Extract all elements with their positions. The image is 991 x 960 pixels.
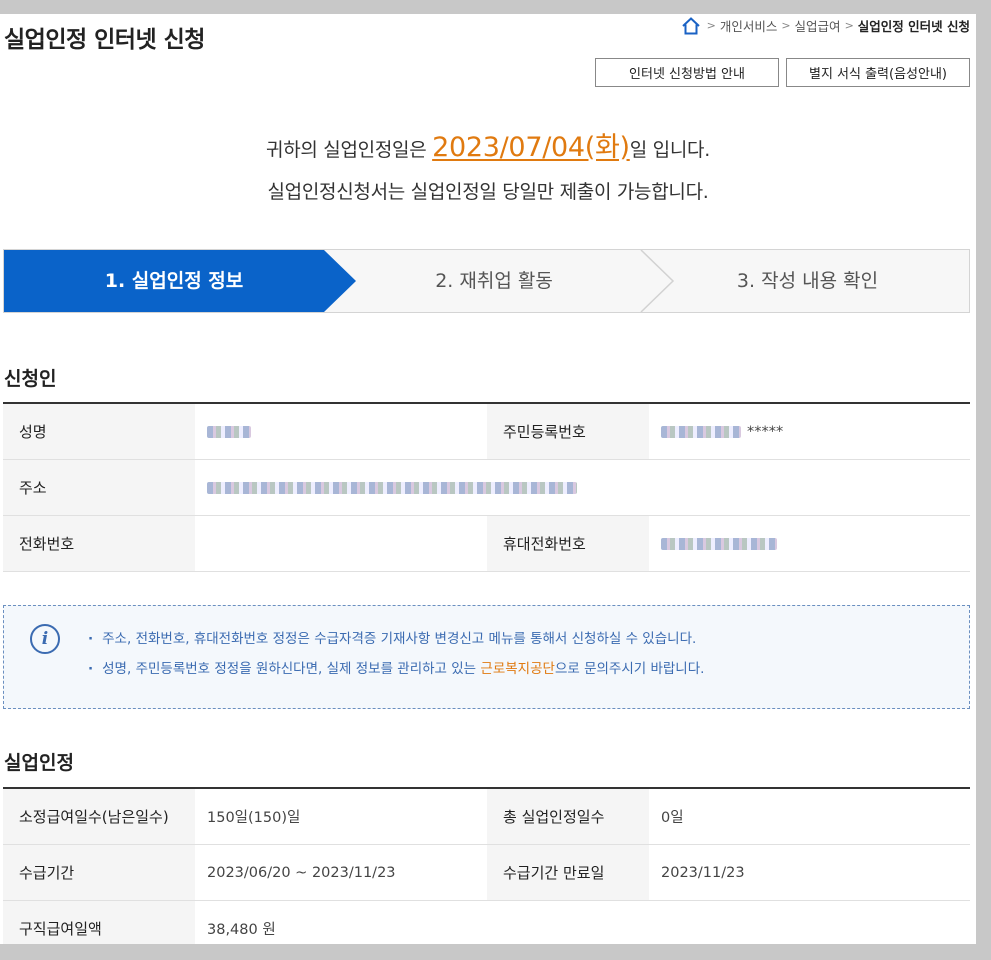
step-indicator: 1. 실업인정 정보 2. 재취업 활동 3. 작성 내용 확인 xyxy=(3,249,970,313)
info-item: 성명, 주민등록번호 정정을 원하신다면, 실제 정보를 관리하고 있는 근로복… xyxy=(88,654,704,684)
rrn-value: ***** xyxy=(649,404,970,459)
masked-mobile xyxy=(661,537,777,550)
page-title: 실업인정 인터넷 신청 xyxy=(4,27,205,53)
breadcrumb-current: 실업인정 인터넷 신청 xyxy=(857,19,970,34)
name-label: 성명 xyxy=(3,404,195,459)
breadcrumb-item-benefit[interactable]: 실업급여 xyxy=(795,16,841,35)
breadcrumb-separator: > xyxy=(844,19,854,32)
benefit-days-value: 150일(150)일 xyxy=(207,810,301,826)
unemployment-table: 소정급여일수(남은일수) 150일(150)일 총 실업인정일수 0일 수급기간… xyxy=(3,787,970,944)
certification-notice: 귀하의 실업인정일은 2023/07/04(화)일 입니다. 실업인정신청서는 … xyxy=(0,127,976,213)
daily-benefit-value: 38,480 원 xyxy=(207,922,276,938)
mobile-label: 휴대전화번호 xyxy=(487,516,649,571)
phone-label: 전화번호 xyxy=(3,516,195,571)
mobile-value xyxy=(649,516,970,571)
period-label: 수급기간 xyxy=(3,845,195,900)
applicant-table: 성명 주민등록번호 ***** 주소 전화번호 휴대전화번호 xyxy=(3,402,970,572)
total-days-label: 총 실업인정일수 xyxy=(487,789,649,844)
guide-button[interactable]: 인터넷 신청방법 안내 xyxy=(595,58,779,87)
info-list: 주소, 전화번호, 휴대전화번호 정정은 수급자격증 기재사항 변경신고 메뉴를… xyxy=(88,624,704,684)
breadcrumb-item-personal[interactable]: 개인서비스 xyxy=(720,16,778,35)
notice-line1: 귀하의 실업인정일은 2023/07/04(화)일 입니다. xyxy=(0,127,976,171)
table-row: 주소 xyxy=(3,460,970,516)
table-row: 소정급여일수(남은일수) 150일(150)일 총 실업인정일수 0일 xyxy=(3,789,970,845)
benefit-days-label: 소정급여일수(남은일수) xyxy=(3,789,195,844)
period-value: 2023/06/20 ~ 2023/11/23 xyxy=(207,864,396,881)
rrn-label: 주민등록번호 xyxy=(487,404,649,459)
applicant-section-title: 신청인 xyxy=(4,368,57,390)
breadcrumb: > 개인서비스 > 실업급여 > 실업인정 인터넷 신청 xyxy=(681,16,970,35)
page: 실업인정 인터넷 신청 > 개인서비스 > 실업급여 > 실업인정 인터넷 신청… xyxy=(0,14,976,944)
step-1: 1. 실업인정 정보 xyxy=(104,270,244,292)
address-label: 주소 xyxy=(3,460,195,515)
certification-date: 2023/07/04(화) xyxy=(432,132,630,163)
name-value xyxy=(195,404,487,459)
comwel-link[interactable]: 근로복지공단 xyxy=(480,661,555,677)
notice-prefix: 귀하의 실업인정일은 xyxy=(266,139,433,161)
info-icon: i xyxy=(30,624,60,654)
expiry-label: 수급기간 만료일 xyxy=(487,845,649,900)
notice-suffix: 일 입니다. xyxy=(629,139,711,161)
phone-value xyxy=(195,516,487,571)
address-value xyxy=(195,460,970,515)
step-2: 2. 재취업 활동 xyxy=(435,270,553,292)
notice-line2: 실업인정신청서는 실업인정일 당일만 제출이 가능합니다. xyxy=(267,181,709,203)
info-item: 주소, 전화번호, 휴대전화번호 정정은 수급자격증 기재사항 변경신고 메뉴를… xyxy=(88,624,704,654)
total-days-value: 0일 xyxy=(661,810,684,826)
unemployment-section-title: 실업인정 xyxy=(4,752,74,774)
masked-rrn xyxy=(661,425,741,438)
step-3: 3. 작성 내용 확인 xyxy=(736,270,879,292)
masked-address xyxy=(207,481,577,494)
table-row: 구직급여일액 38,480 원 xyxy=(3,901,970,944)
info-text: 성명, 주민등록번호 정정을 원하신다면, 실제 정보를 관리하고 있는 xyxy=(102,661,481,677)
breadcrumb-separator: > xyxy=(781,19,791,32)
masked-name xyxy=(207,425,251,438)
info-box: i 주소, 전화번호, 휴대전화번호 정정은 수급자격증 기재사항 변경신고 메… xyxy=(3,605,970,709)
table-row: 전화번호 휴대전화번호 xyxy=(3,516,970,572)
home-icon[interactable] xyxy=(681,16,701,35)
print-form-button[interactable]: 별지 서식 출력(음성안내) xyxy=(786,58,970,87)
rrn-suffix: ***** xyxy=(747,423,784,440)
expiry-value: 2023/11/23 xyxy=(661,864,745,881)
info-text: 으로 문의주시기 바랍니다. xyxy=(554,661,705,677)
breadcrumb-separator: > xyxy=(706,19,716,32)
table-row: 성명 주민등록번호 ***** xyxy=(3,404,970,460)
table-row: 수급기간 2023/06/20 ~ 2023/11/23 수급기간 만료일 20… xyxy=(3,845,970,901)
top-buttons: 인터넷 신청방법 안내 별지 서식 출력(음성안내) xyxy=(595,58,970,87)
daily-benefit-label: 구직급여일액 xyxy=(3,901,195,944)
